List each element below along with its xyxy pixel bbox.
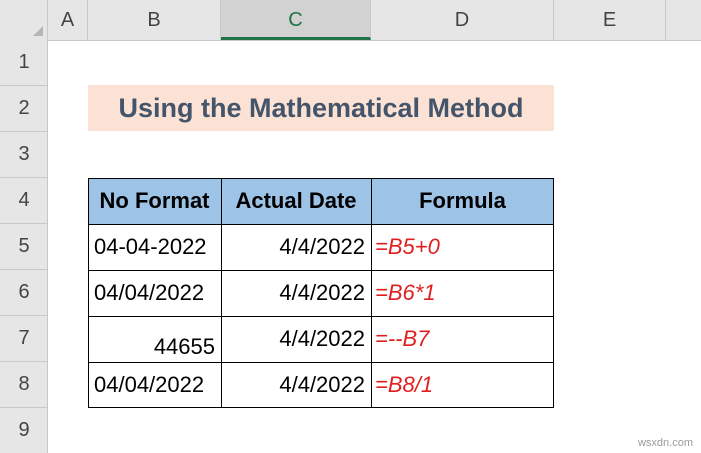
cell-b6[interactable]: 04/04/2022 — [88, 270, 221, 316]
row-header-4[interactable]: 4 — [0, 178, 48, 224]
cell-c7[interactable]: 4/4/2022 — [221, 316, 371, 362]
table-header-formula[interactable]: Formula — [371, 178, 554, 224]
row-header-3[interactable]: 3 — [0, 132, 48, 178]
cell-c8[interactable]: 4/4/2022 — [221, 362, 371, 408]
sheet-title[interactable]: Using the Mathematical Method — [88, 85, 554, 131]
row-header-8[interactable]: 8 — [0, 362, 48, 408]
row-header-9[interactable]: 9 — [0, 408, 48, 453]
table-border-row-5 — [88, 270, 554, 271]
table-border-right — [553, 178, 554, 408]
column-header-b[interactable]: B — [88, 0, 221, 40]
row-header-5[interactable]: 5 — [0, 224, 48, 270]
column-header-e[interactable]: E — [554, 0, 666, 40]
table-border-row-6 — [88, 316, 554, 317]
cell-b5[interactable]: 04-04-2022 — [88, 224, 221, 270]
table-header-no-format[interactable]: No Format — [88, 178, 221, 224]
cell-d6[interactable]: =B6*1 — [371, 270, 554, 316]
table-border-col-b — [221, 178, 222, 408]
select-all-corner[interactable] — [0, 0, 48, 40]
row-header-1[interactable]: 1 — [0, 40, 48, 86]
row-header-2[interactable]: 2 — [0, 86, 48, 132]
cell-d8[interactable]: =B8/1 — [371, 362, 554, 408]
row-header-6[interactable]: 6 — [0, 270, 48, 316]
table-border-row-4 — [88, 224, 554, 225]
table-border-col-c — [371, 178, 372, 408]
cell-c6[interactable]: 4/4/2022 — [221, 270, 371, 316]
row-header-7[interactable]: 7 — [0, 316, 48, 362]
cell-d5[interactable]: =B5+0 — [371, 224, 554, 270]
cell-b7[interactable]: 44655 — [88, 316, 221, 362]
table-border-bottom — [88, 407, 554, 408]
table-border-top — [88, 178, 554, 179]
column-header-c[interactable]: C — [221, 0, 371, 40]
column-header-a[interactable]: A — [48, 0, 88, 40]
table-header-actual-date[interactable]: Actual Date — [221, 178, 371, 224]
table-border-left — [88, 178, 89, 408]
table-border-row-7 — [88, 362, 554, 363]
cell-d7[interactable]: =--B7 — [371, 316, 554, 362]
column-header-d[interactable]: D — [371, 0, 554, 40]
cell-b8[interactable]: 04/04/2022 — [88, 362, 221, 408]
watermark: wsxdn.com — [637, 437, 693, 449]
cell-c5[interactable]: 4/4/2022 — [221, 224, 371, 270]
select-all-triangle-icon — [33, 26, 43, 36]
